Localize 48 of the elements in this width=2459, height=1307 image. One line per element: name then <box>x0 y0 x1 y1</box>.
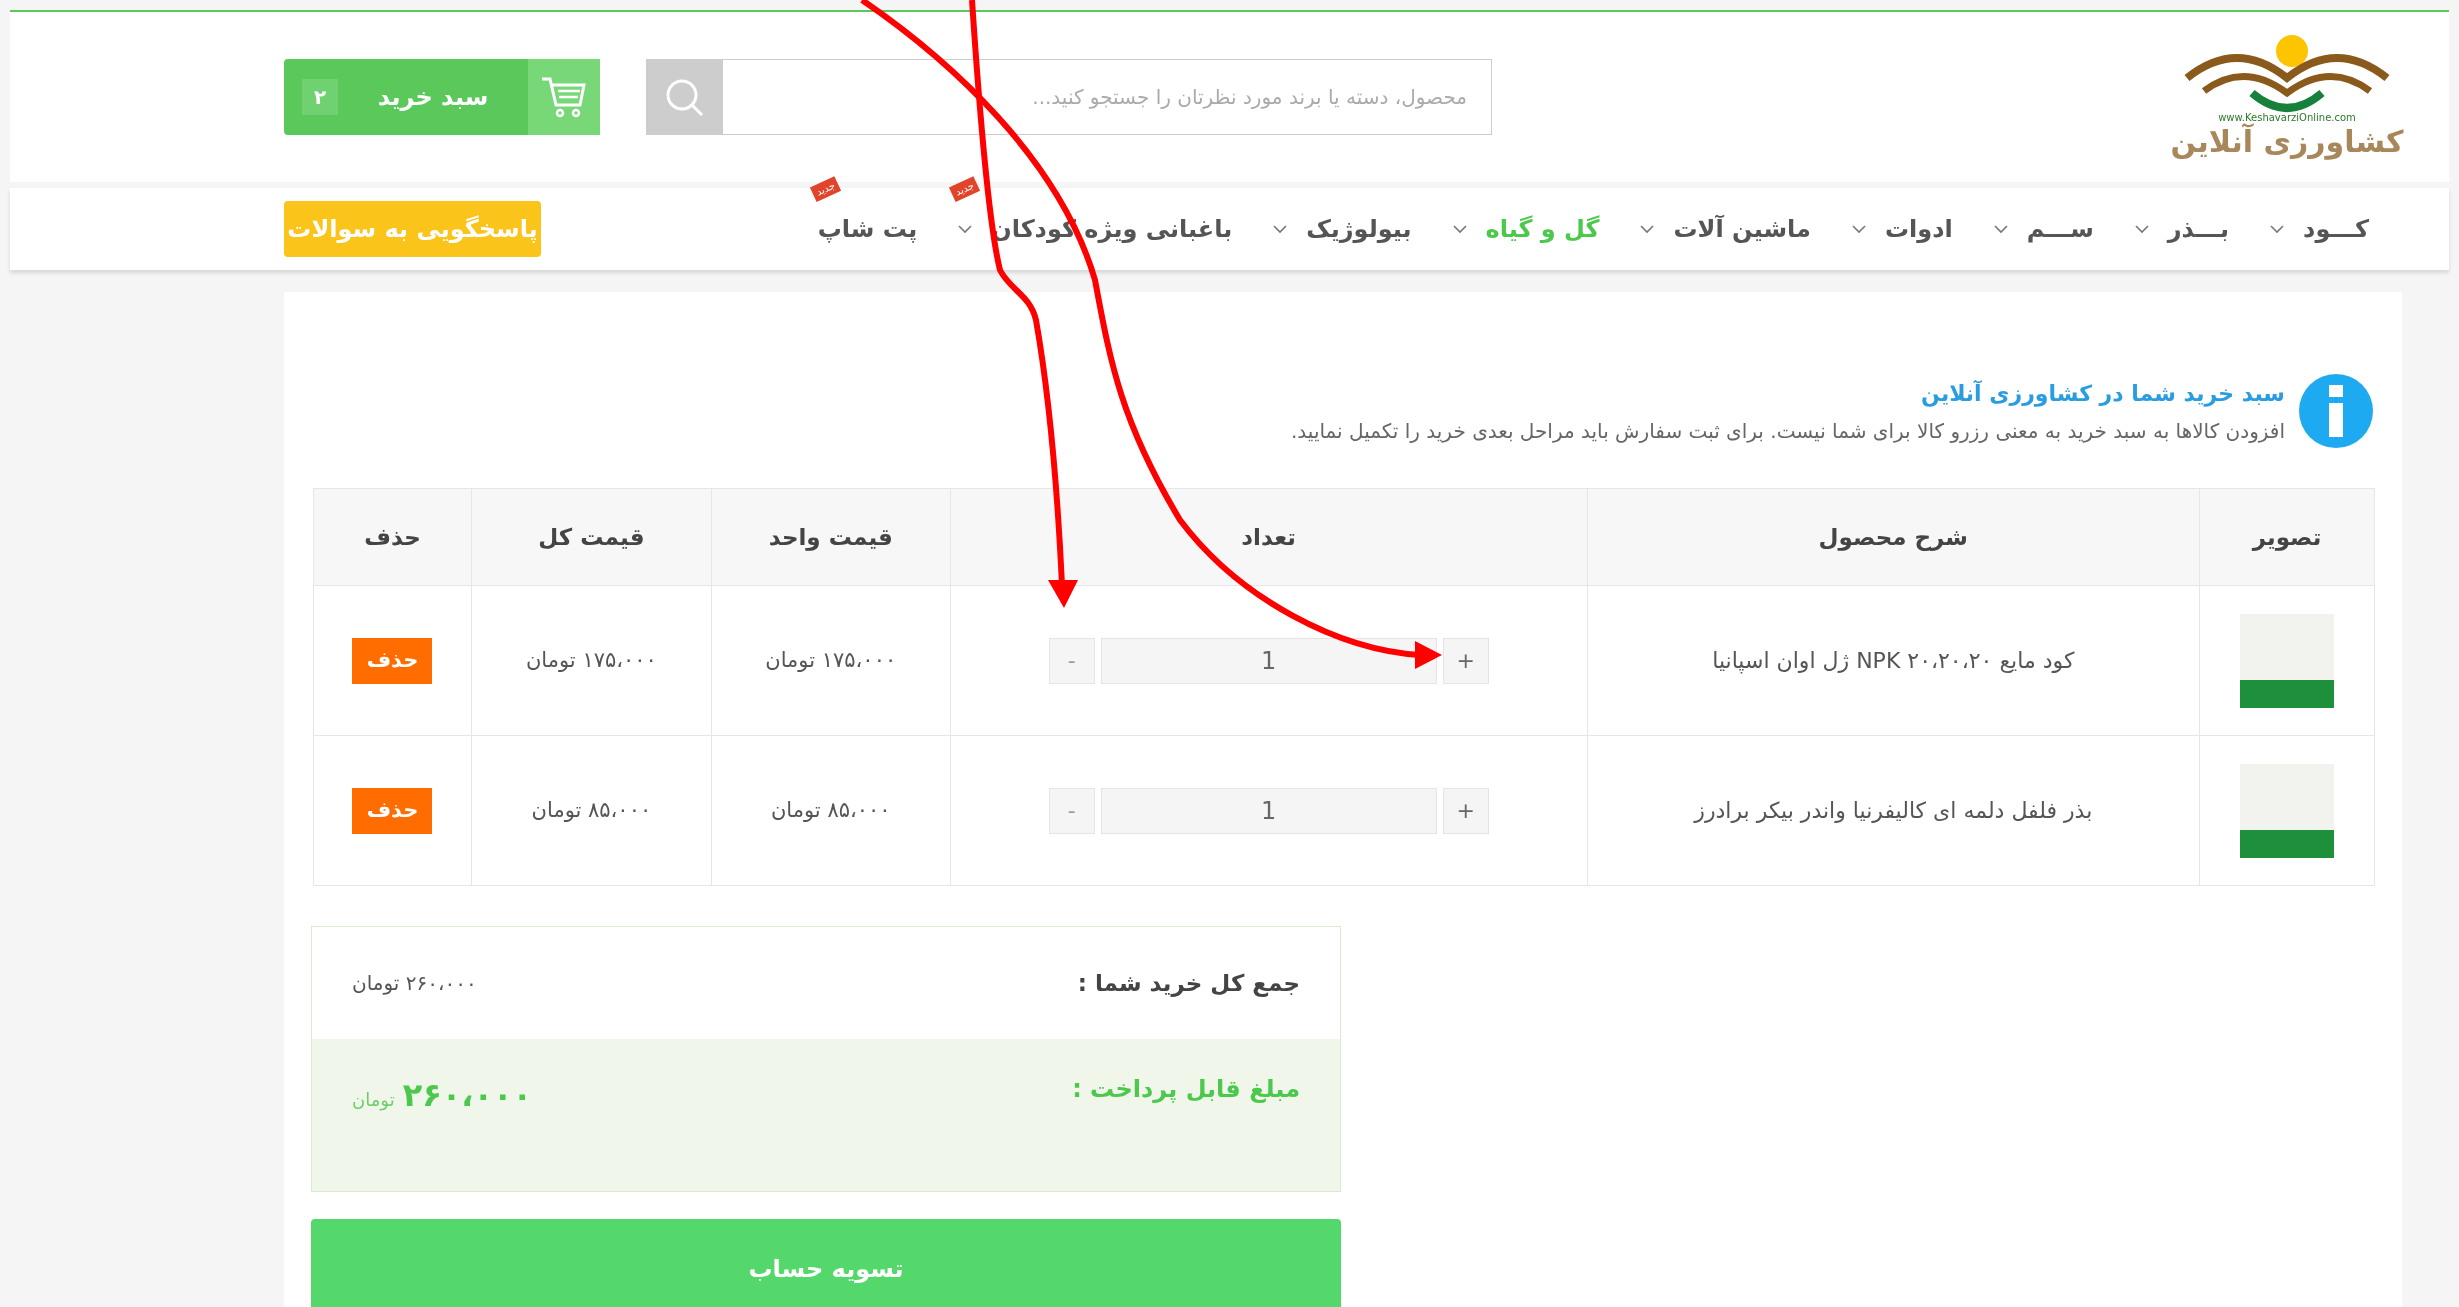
total-price: ۱۷۵،۰۰۰ تومان <box>471 585 712 736</box>
payable-amount: ۲۶۰،۰۰۰ <box>402 1075 532 1116</box>
column-header: شرح محصول <box>1587 488 2200 586</box>
quantity-field[interactable]: 1 <box>1100 637 1437 684</box>
column-header: تصویر <box>2199 488 2375 586</box>
nav-menu-item[interactable]: بـــذر <box>2133 211 2230 247</box>
delete-button[interactable]: حذف <box>352 787 433 834</box>
nav-menu-item[interactable]: ادوات <box>1850 211 1953 247</box>
search-icon[interactable] <box>646 59 722 135</box>
nav-menu-item[interactable]: ماشین آلات <box>1639 211 1811 247</box>
chevron-down-icon <box>1850 224 1867 234</box>
column-header: تعداد <box>950 488 1587 586</box>
nav-menu-item[interactable]: بیولوژیک <box>1272 211 1412 247</box>
column-header: حذف <box>313 488 472 586</box>
logo-url: www.KeshavarziOnline.com <box>2218 113 2356 124</box>
notice-text: افزودن کالاها به سبد خرید به معنی رزرو کالا برای شما نیست. برای ثبت سفارش باید مراحل بعدی خرید را تکمیل نمایید. <box>1291 417 2285 445</box>
increase-button[interactable]: + <box>1442 787 1489 834</box>
chevron-down-icon <box>1639 224 1656 234</box>
product-description: بذر فلفل دلمه ای کالیفرنیا واندر بیکر برادرز <box>1587 735 2200 886</box>
cart-count-badge: ۲ <box>302 79 338 115</box>
column-header: قیمت کل <box>471 488 712 586</box>
subtotal-label: جمع کل خرید شما : <box>1077 968 1300 999</box>
logo-waves-icon <box>2182 33 2392 114</box>
nav-menu-item[interactable]: ســـم <box>1992 211 2094 247</box>
column-header: قیمت واحد <box>711 488 951 586</box>
subtotal-value: ۲۶۰،۰۰۰ تومان <box>352 970 477 997</box>
notice-title: سبد خرید شما در کشاورزی آنلاین <box>1920 379 2285 409</box>
delete-button[interactable]: حذف <box>352 637 433 684</box>
cart-icon <box>528 59 600 135</box>
payable-currency: تومان <box>352 1088 395 1113</box>
chevron-down-icon <box>1272 224 1289 234</box>
quantity-field[interactable]: 1 <box>1100 787 1437 834</box>
nav-menu-item[interactable]: کـــود <box>2269 211 2369 247</box>
chevron-down-icon <box>1451 224 1468 234</box>
unit-price: ۸۵،۰۰۰ تومان <box>711 735 951 886</box>
search-field[interactable]: محصول، دسته یا برند مورد نظرتان را جستجو کنید... <box>722 59 1492 135</box>
chevron-down-icon <box>2269 224 2286 234</box>
product-description: کود مایع ۲۰،۲۰،۲۰ NPK ژل اوان اسپانیا <box>1587 585 2200 736</box>
nav-menu-item[interactable]: پت شاپ <box>817 211 918 247</box>
chevron-down-icon <box>957 224 974 234</box>
unit-price: ۱۷۵،۰۰۰ تومان <box>711 585 951 736</box>
logo-wordmark: کشاورزی آنلاین <box>2170 123 2404 161</box>
payable-label: مبلغ قابل پرداخت : <box>1072 1074 1300 1105</box>
chevron-down-icon <box>2133 224 2150 234</box>
increase-button[interactable]: + <box>1442 637 1489 684</box>
total-price: ۸۵،۰۰۰ تومان <box>471 735 712 886</box>
chevron-down-icon <box>1992 224 2009 234</box>
cart-label: سبد خرید <box>376 82 490 113</box>
